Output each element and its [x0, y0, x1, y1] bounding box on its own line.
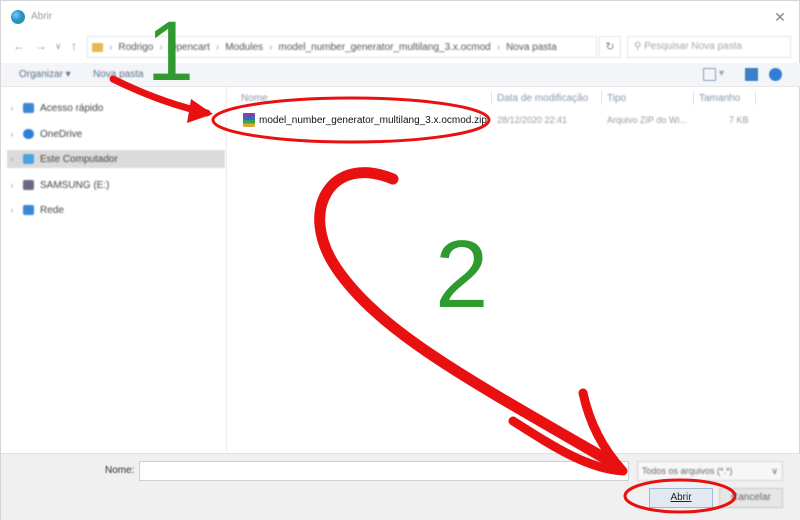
column-header-date[interactable]: Data de modificação: [497, 93, 588, 104]
table-row[interactable]: model_number_generator_multilang_3.x.ocm…: [235, 111, 795, 131]
file-date: 28/12/2020 22:41: [497, 115, 568, 125]
folder-icon: [92, 42, 103, 52]
expand-chevron-icon[interactable]: ›: [7, 180, 17, 190]
close-icon[interactable]: ✕: [771, 8, 789, 26]
network-icon: [23, 205, 34, 215]
back-arrow-icon[interactable]: ←: [13, 39, 25, 53]
zip-archive-icon: [243, 113, 255, 127]
sidebar-item-label: OneDrive: [40, 128, 83, 140]
dialog-title: Abrir: [31, 11, 53, 22]
footer-bar: Nome: Todos os arquivos (*.*) ∨ Abrir Ca…: [1, 453, 800, 520]
column-header-size[interactable]: Tamanho: [699, 93, 740, 104]
search-icon: ⚲: [634, 41, 642, 52]
step-number-2: 2: [435, 221, 489, 328]
sidebar-item-onedrive[interactable]: › OneDrive: [7, 125, 225, 143]
refresh-button[interactable]: ↻: [599, 36, 621, 58]
view-options-icon[interactable]: [703, 68, 716, 81]
step-number-1: 1: [147, 4, 194, 98]
open-button[interactable]: Abrir: [649, 488, 713, 508]
column-divider[interactable]: [601, 91, 602, 105]
column-divider[interactable]: [491, 91, 492, 105]
file-list: Nome Data de modificação Tipo Tamanho mo…: [229, 87, 800, 453]
drive-icon: [23, 180, 34, 190]
expand-chevron-icon[interactable]: ›: [7, 103, 17, 113]
filename-label: Nome:: [105, 465, 135, 476]
cancel-button[interactable]: Cancelar: [719, 488, 783, 508]
sidebar-item-label: Rede: [40, 204, 64, 216]
app-icon: [11, 10, 25, 24]
sidebar-item-quick-access[interactable]: › Acesso rápido: [7, 99, 225, 117]
address-row: ← → ∨ ↑ › Rodrigo › Opencart › Modules ›…: [1, 33, 800, 61]
expand-chevron-icon[interactable]: ›: [7, 205, 17, 215]
organize-button[interactable]: Organizar ▾: [19, 69, 71, 80]
file-type: Arquivo ZIP do Wi...: [607, 115, 687, 125]
breadcrumb-item[interactable]: Modules: [225, 42, 263, 53]
new-folder-button[interactable]: Nova pasta: [93, 69, 144, 80]
recent-chevron-icon[interactable]: ∨: [55, 41, 62, 52]
refresh-icon: ↻: [605, 41, 615, 53]
help-icon[interactable]: [769, 68, 782, 81]
search-input[interactable]: ⚲ Pesquisar Nova pasta: [627, 36, 791, 58]
computer-icon: [23, 154, 34, 164]
file-type-select[interactable]: Todos os arquivos (*.*) ∨: [637, 461, 783, 481]
sidebar-item-this-pc[interactable]: › Este Computador: [7, 150, 225, 168]
expand-chevron-icon[interactable]: ›: [7, 154, 17, 164]
file-type-value: Todos os arquivos (*.*): [642, 466, 733, 476]
open-file-dialog: Abrir ✕ ← → ∨ ↑ › Rodrigo › Opencart › M…: [0, 0, 800, 520]
cloud-icon: [23, 129, 34, 139]
chevron-down-icon: ∨: [771, 466, 778, 476]
column-divider[interactable]: [693, 91, 694, 105]
navigation-pane: › Acesso rápido › OneDrive › Este Comput…: [1, 87, 227, 453]
search-placeholder: Pesquisar Nova pasta: [644, 41, 742, 52]
preview-pane-icon[interactable]: [745, 68, 758, 81]
breadcrumb-item[interactable]: model_number_generator_multilang_3.x.ocm…: [278, 42, 490, 53]
expand-chevron-icon[interactable]: ›: [7, 129, 17, 139]
view-dropdown-icon[interactable]: ▾: [719, 68, 724, 79]
filename-input[interactable]: [139, 461, 629, 481]
column-divider[interactable]: [755, 91, 756, 105]
file-size: 7 KB: [729, 115, 749, 125]
breadcrumb-item[interactable]: Nova pasta: [506, 42, 557, 53]
column-header-name[interactable]: Nome: [241, 93, 268, 104]
sidebar-item-network[interactable]: › Rede: [7, 201, 225, 219]
command-bar: Organizar ▾ Nova pasta ▾: [1, 63, 800, 87]
sidebar-item-samsung-drive[interactable]: › SAMSUNG (E:): [7, 176, 225, 194]
file-name: model_number_generator_multilang_3.x.ocm…: [259, 115, 487, 126]
sidebar-item-label: Acesso rápido: [40, 102, 104, 114]
forward-arrow-icon[interactable]: →: [35, 39, 47, 53]
star-icon: [23, 103, 34, 113]
sidebar-item-label: SAMSUNG (E:): [40, 179, 110, 191]
title-bar: Abrir ✕: [1, 1, 800, 33]
up-arrow-icon[interactable]: ↑: [71, 39, 77, 53]
sidebar-item-label: Este Computador: [40, 153, 118, 165]
column-header-type[interactable]: Tipo: [607, 93, 626, 104]
